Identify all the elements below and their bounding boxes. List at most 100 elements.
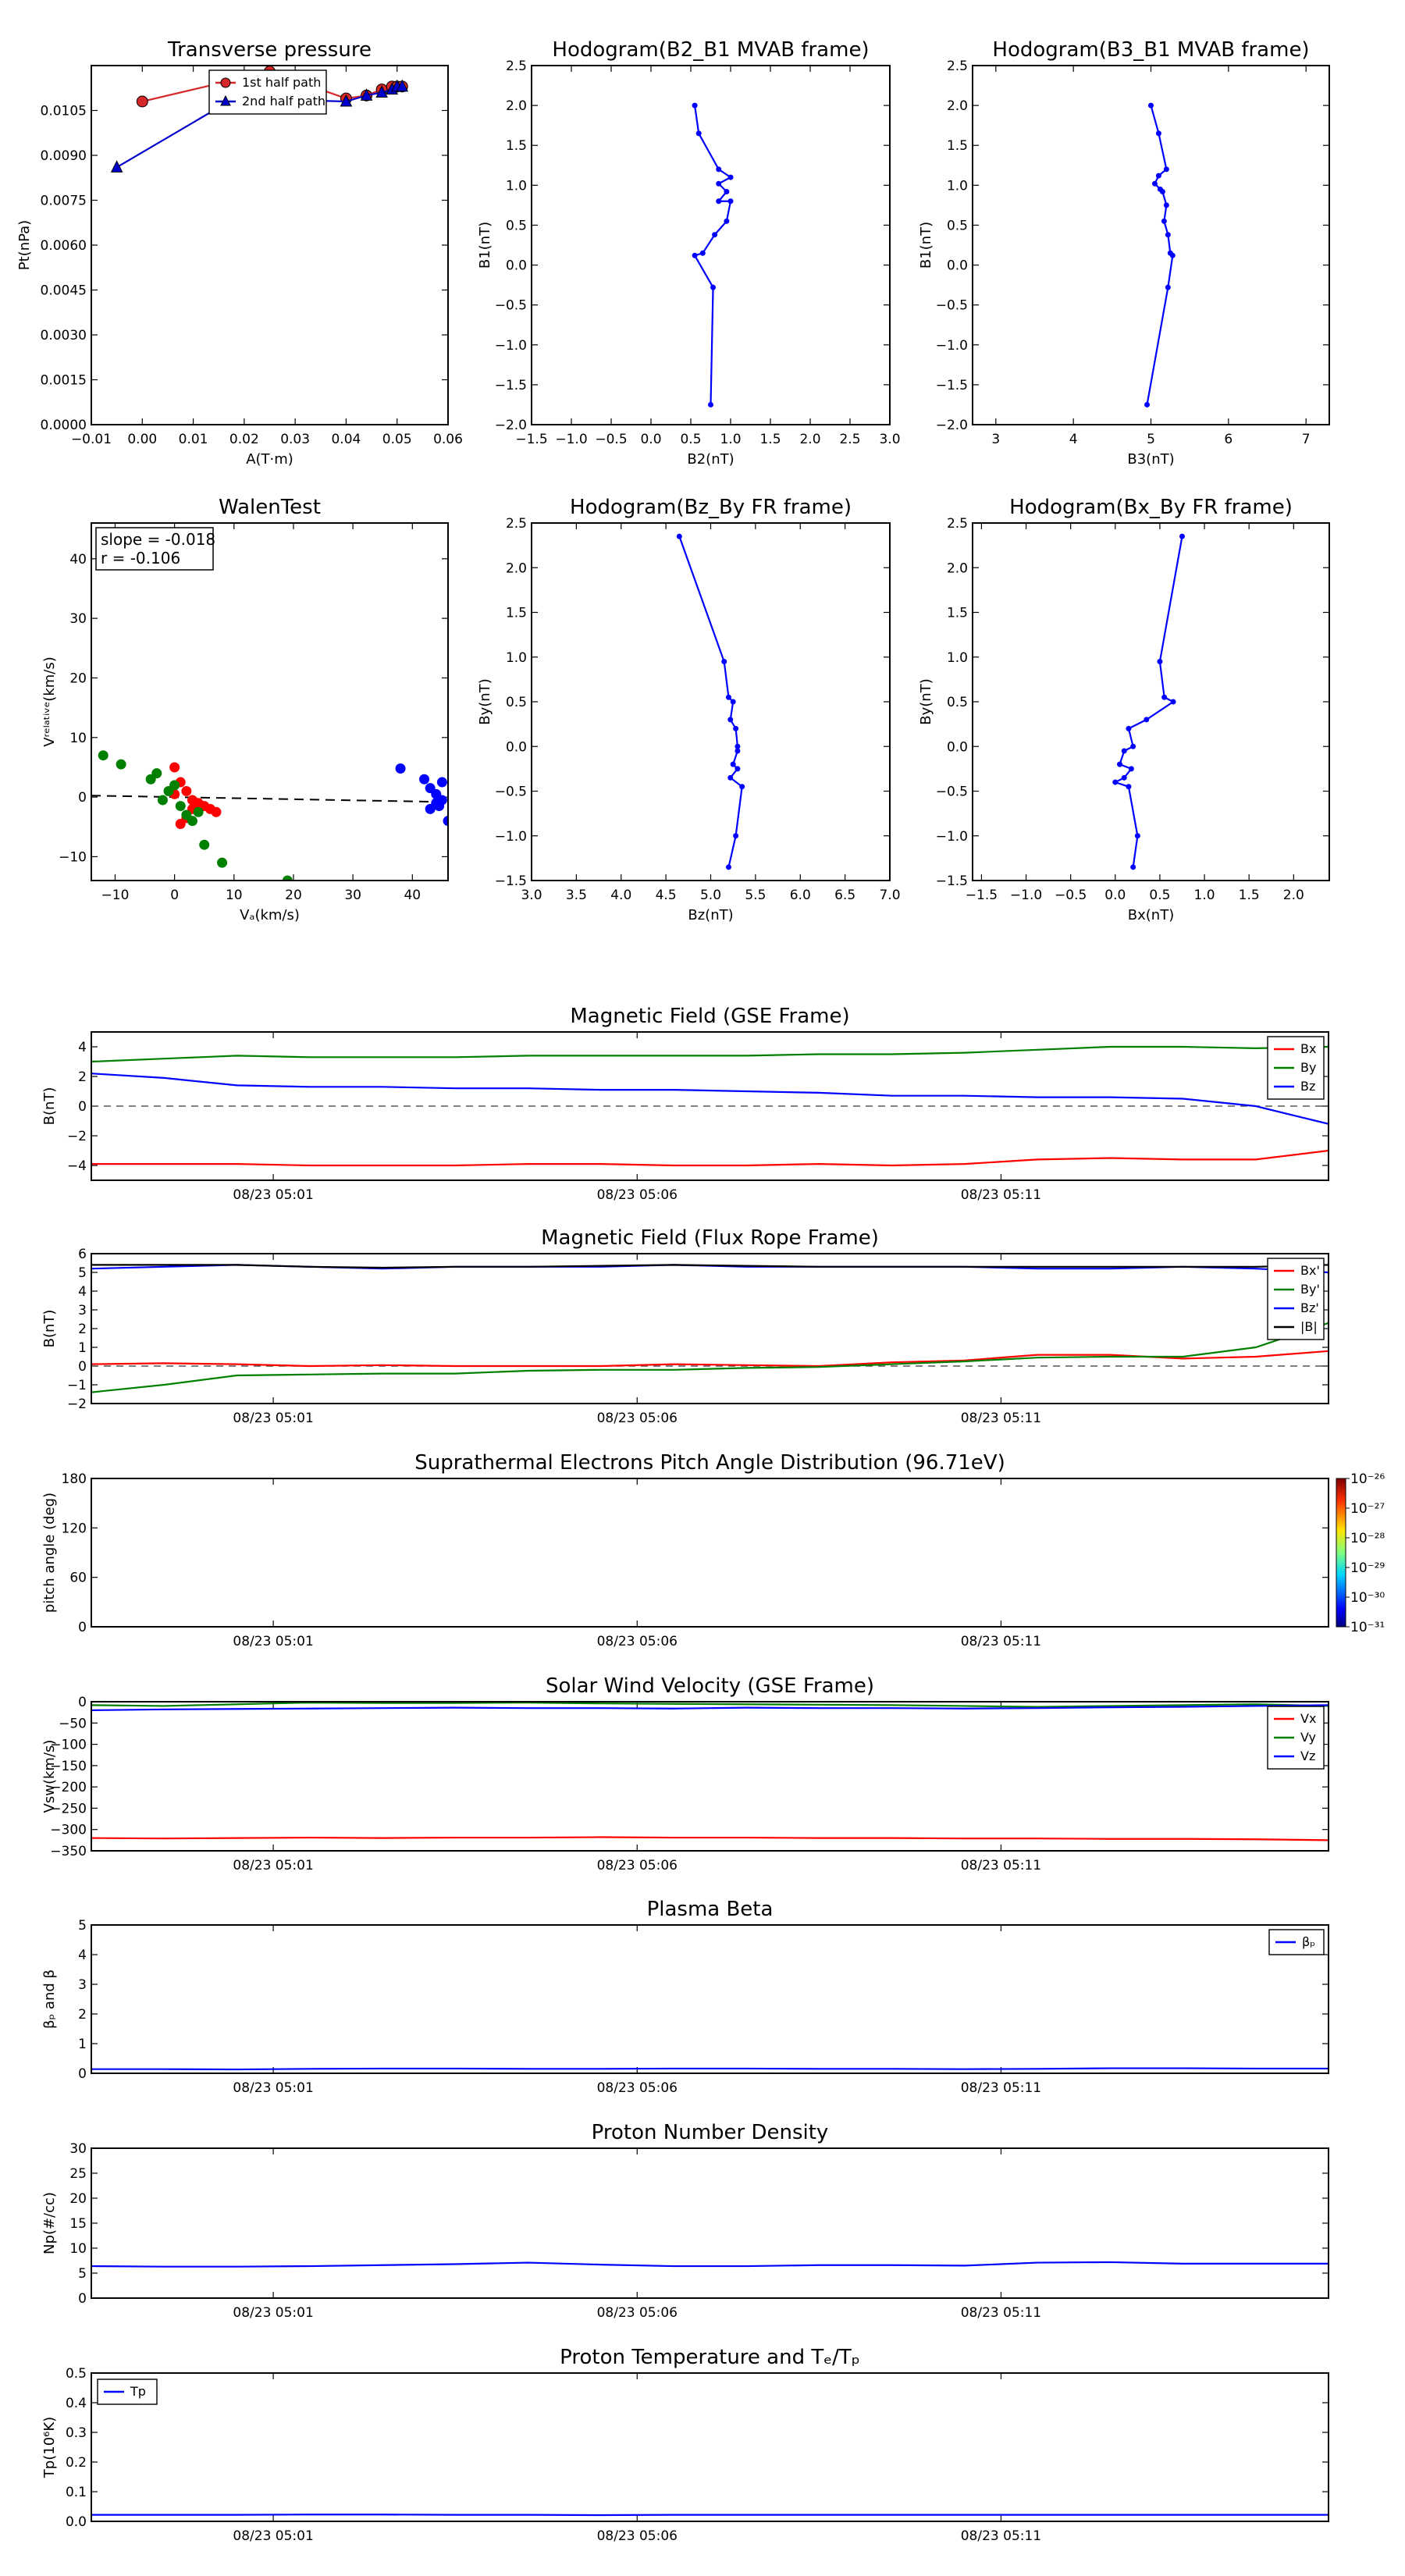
y-tick-label: 0.5 xyxy=(947,695,968,710)
y-tick-label: −1.0 xyxy=(495,829,527,845)
y-tick-label: 20 xyxy=(69,671,87,686)
x-tick-label: 08/23 05:01 xyxy=(233,1858,313,1873)
y-tick-label: 60 xyxy=(69,1571,87,1586)
legend-label: βₚ xyxy=(1302,1934,1315,1949)
marker-0-8 xyxy=(1117,761,1123,767)
x-tick-label: 30 xyxy=(344,888,361,903)
y-tick-label: 0.0 xyxy=(506,739,527,755)
y-axis-label: B(nT) xyxy=(41,1087,58,1126)
y-axis-label: Pt(nPa) xyxy=(16,220,33,270)
y-tick-label: 2 xyxy=(78,2007,87,2023)
marker-0-3 xyxy=(727,174,734,180)
plot-area xyxy=(91,2261,1329,2268)
colorbar-label: 10⁻²⁷ xyxy=(1350,1501,1385,1517)
x-tick-label: 5.0 xyxy=(700,888,721,903)
marker-0-0 xyxy=(692,102,698,109)
y-tick-label: −1.0 xyxy=(936,338,968,354)
x-tick-label: −1.0 xyxy=(555,432,587,447)
x-tick-label: 2.5 xyxy=(839,432,860,447)
y-axis-label: Vsw(km/s) xyxy=(41,1740,58,1813)
y-tick-label: −0.5 xyxy=(936,785,968,800)
y-tick-label: 4 xyxy=(78,1948,87,1963)
plot-area xyxy=(91,1702,1329,1841)
y-tick-label: −1.5 xyxy=(936,378,968,393)
x-tick-label: 08/23 05:06 xyxy=(597,2528,678,2544)
y-tick-label: 0.4 xyxy=(66,2396,87,2411)
chart-mag_gse: Magnetic Field (GSE Frame) 08/23 05:01 08/… xyxy=(41,1005,1329,1203)
axes-frame xyxy=(91,1478,1329,1628)
x-tick-label: 5 xyxy=(1147,432,1155,447)
y-tick-label: 0 xyxy=(78,1620,87,1635)
x-tick-label: 3 xyxy=(991,432,1000,447)
y-axis-label: Tp(10⁶K) xyxy=(41,2417,58,2478)
y-tick-label: 30 xyxy=(69,2141,87,2157)
chart-title: Transverse pressure xyxy=(167,38,372,62)
series-line-0 xyxy=(91,2067,1329,2071)
x-tick-label: 08/23 05:06 xyxy=(597,2080,678,2096)
x-tick-label: 0.03 xyxy=(280,432,310,447)
chart-title: Solar Wind Velocity (GSE Frame) xyxy=(546,1674,874,1698)
marker-0-11 xyxy=(739,784,745,790)
series-line-1 xyxy=(91,1322,1329,1393)
x-tick-label: 10 xyxy=(226,888,243,903)
marker-0-0 xyxy=(1179,533,1185,539)
plot-area xyxy=(676,533,745,870)
x-tick-label: 0.01 xyxy=(179,432,208,447)
x-axis-label: Bz(nT) xyxy=(688,907,733,923)
y-tick-label: −2 xyxy=(67,1129,87,1144)
series-line-0 xyxy=(91,1149,1329,1167)
y-tick-label: 1 xyxy=(78,1340,87,1356)
scatter-point-1-10 xyxy=(193,806,204,817)
x-tick-label: −0.5 xyxy=(1055,888,1087,903)
x-tick-label: −1.5 xyxy=(515,432,547,447)
y-tick-label: −1.0 xyxy=(495,338,527,354)
plot-area xyxy=(91,1045,1329,1167)
marker-0-7 xyxy=(1121,748,1127,754)
axes-frame xyxy=(91,2147,1329,2299)
y-tick-label: −1.5 xyxy=(936,873,968,889)
x-axis-label: A(T·m) xyxy=(246,451,293,468)
y-tick-label: 1.5 xyxy=(947,138,968,154)
plot-area xyxy=(91,2514,1329,2517)
y-tick-label: 1.5 xyxy=(506,138,527,154)
scatter-point-2-9 xyxy=(434,801,445,812)
marker-0-0 xyxy=(676,533,682,539)
x-tick-label: 0.02 xyxy=(229,432,259,447)
colorbar-label: 10⁻²⁹ xyxy=(1350,1560,1385,1576)
legend-label: Vx xyxy=(1300,1711,1316,1726)
marker-0-1 xyxy=(721,658,727,664)
x-axis-label: B2(nT) xyxy=(687,451,734,468)
chart-h31: Hodogram(B3_B1 MVAB frame) 3 4 5 6 7 −2.0 −1.5 −… xyxy=(918,38,1330,468)
x-tick-label: 08/23 05:01 xyxy=(233,1411,313,1426)
y-tick-label: 2.5 xyxy=(947,59,968,74)
x-tick-label: 0.5 xyxy=(680,432,701,447)
x-tick-label: 08/23 05:11 xyxy=(961,2305,1041,2321)
x-tick-label: −1.5 xyxy=(966,888,998,903)
fit-line xyxy=(91,795,448,803)
marker-0-8 xyxy=(730,761,736,767)
y-tick-label: −350 xyxy=(50,1844,87,1859)
marker-0-6 xyxy=(716,198,722,205)
x-tick-label: 2.0 xyxy=(1283,888,1304,903)
x-tick-label: 0.00 xyxy=(127,432,157,447)
x-tick-label: 08/23 05:01 xyxy=(233,2080,313,2096)
chart-vsw: Solar Wind Velocity (GSE Frame) 08/23 05:… xyxy=(41,1674,1329,1873)
y-tick-label: 0 xyxy=(78,1359,87,1375)
chart-title: Suprathermal Electrons Pitch Angle Distr… xyxy=(414,1451,1005,1475)
marker-0-1 xyxy=(695,130,702,137)
marker-0-8 xyxy=(724,218,730,224)
chart-title: Proton Number Density xyxy=(592,2121,829,2144)
marker-0-2 xyxy=(716,166,722,173)
y-tick-label: −50 xyxy=(59,1716,87,1731)
axes-frame xyxy=(91,2372,1329,2522)
y-tick-label: 1.5 xyxy=(506,606,527,621)
x-tick-label: −1.0 xyxy=(1010,888,1042,903)
y-tick-label: 0.0 xyxy=(947,739,968,755)
chart-title: Hodogram(Bz_By FR frame) xyxy=(570,496,852,519)
y-tick-label: 1.0 xyxy=(506,178,527,194)
chart-np: Proton Number Density 08/23 05:01 08/23 05… xyxy=(41,2121,1329,2321)
colorbar-label: 10⁻²⁸ xyxy=(1350,1531,1385,1546)
y-tick-label: −2.0 xyxy=(936,418,968,433)
marker-0-0 xyxy=(136,95,148,108)
y-tick-label: 1 xyxy=(78,2037,87,2052)
